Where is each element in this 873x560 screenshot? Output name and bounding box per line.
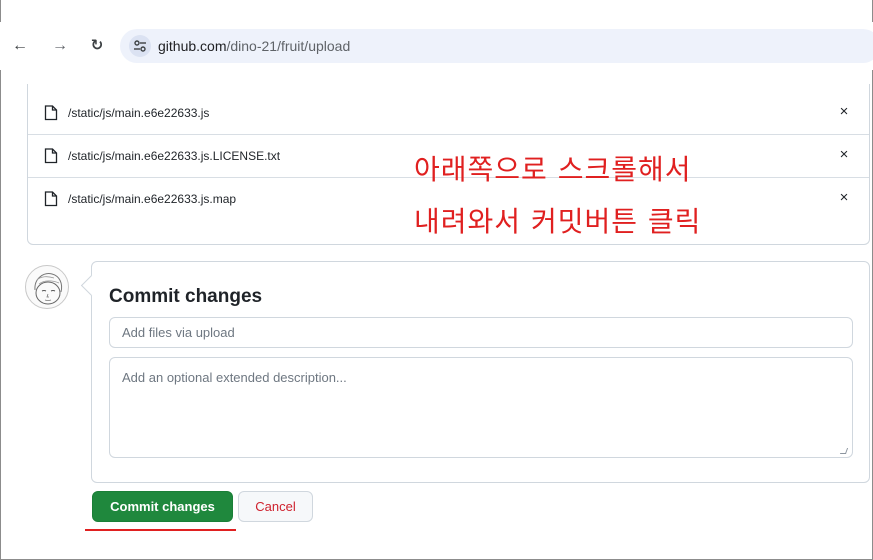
commit-changes-button[interactable]: Commit changes: [92, 491, 233, 522]
annotation-scroll-down: 아래쪽으로 스크롤해서: [414, 153, 692, 186]
tune-icon[interactable]: [129, 35, 151, 57]
file-icon: [44, 148, 58, 164]
close-icon[interactable]: ×: [835, 103, 853, 120]
commit-title: Commit changes: [109, 286, 263, 307]
arrow-right-icon[interactable]: →: [48, 34, 72, 58]
file-icon: [44, 191, 58, 207]
file-name: /static/js/main.e6e22633.js.map: [68, 192, 237, 206]
close-icon[interactable]: ×: [835, 189, 853, 206]
file-row: /static/js/main.e6e22633.js ×: [28, 92, 869, 135]
url-path: /dino-21/fruit/upload: [226, 38, 351, 54]
avatar: [25, 265, 69, 309]
url-text[interactable]: github.com/dino-21/fruit/upload: [158, 38, 350, 54]
cancel-button[interactable]: Cancel: [238, 491, 313, 522]
arrow-left-icon[interactable]: ←: [8, 34, 32, 58]
file-name: /static/js/main.e6e22633.js.LICENSE.txt: [68, 149, 281, 163]
close-icon[interactable]: ×: [835, 146, 853, 163]
file-icon: [44, 105, 58, 121]
annotation-underline: [85, 529, 236, 531]
commit-summary-input[interactable]: [109, 317, 853, 348]
address-bar[interactable]: github.com/dino-21/fruit/upload: [120, 29, 873, 63]
file-name: /static/js/main.e6e22633.js: [68, 106, 210, 120]
commit-form: Commit changes: [91, 261, 870, 483]
browser-toolbar: ← → ↻ github.com/dino-21/fruit/upload: [0, 22, 873, 70]
commit-description-input[interactable]: [109, 357, 853, 458]
url-host: github.com: [158, 38, 227, 54]
reload-icon[interactable]: ↻: [85, 34, 109, 58]
annotation-click-commit: 내려와서 커밋버튼 클릭: [414, 205, 702, 238]
